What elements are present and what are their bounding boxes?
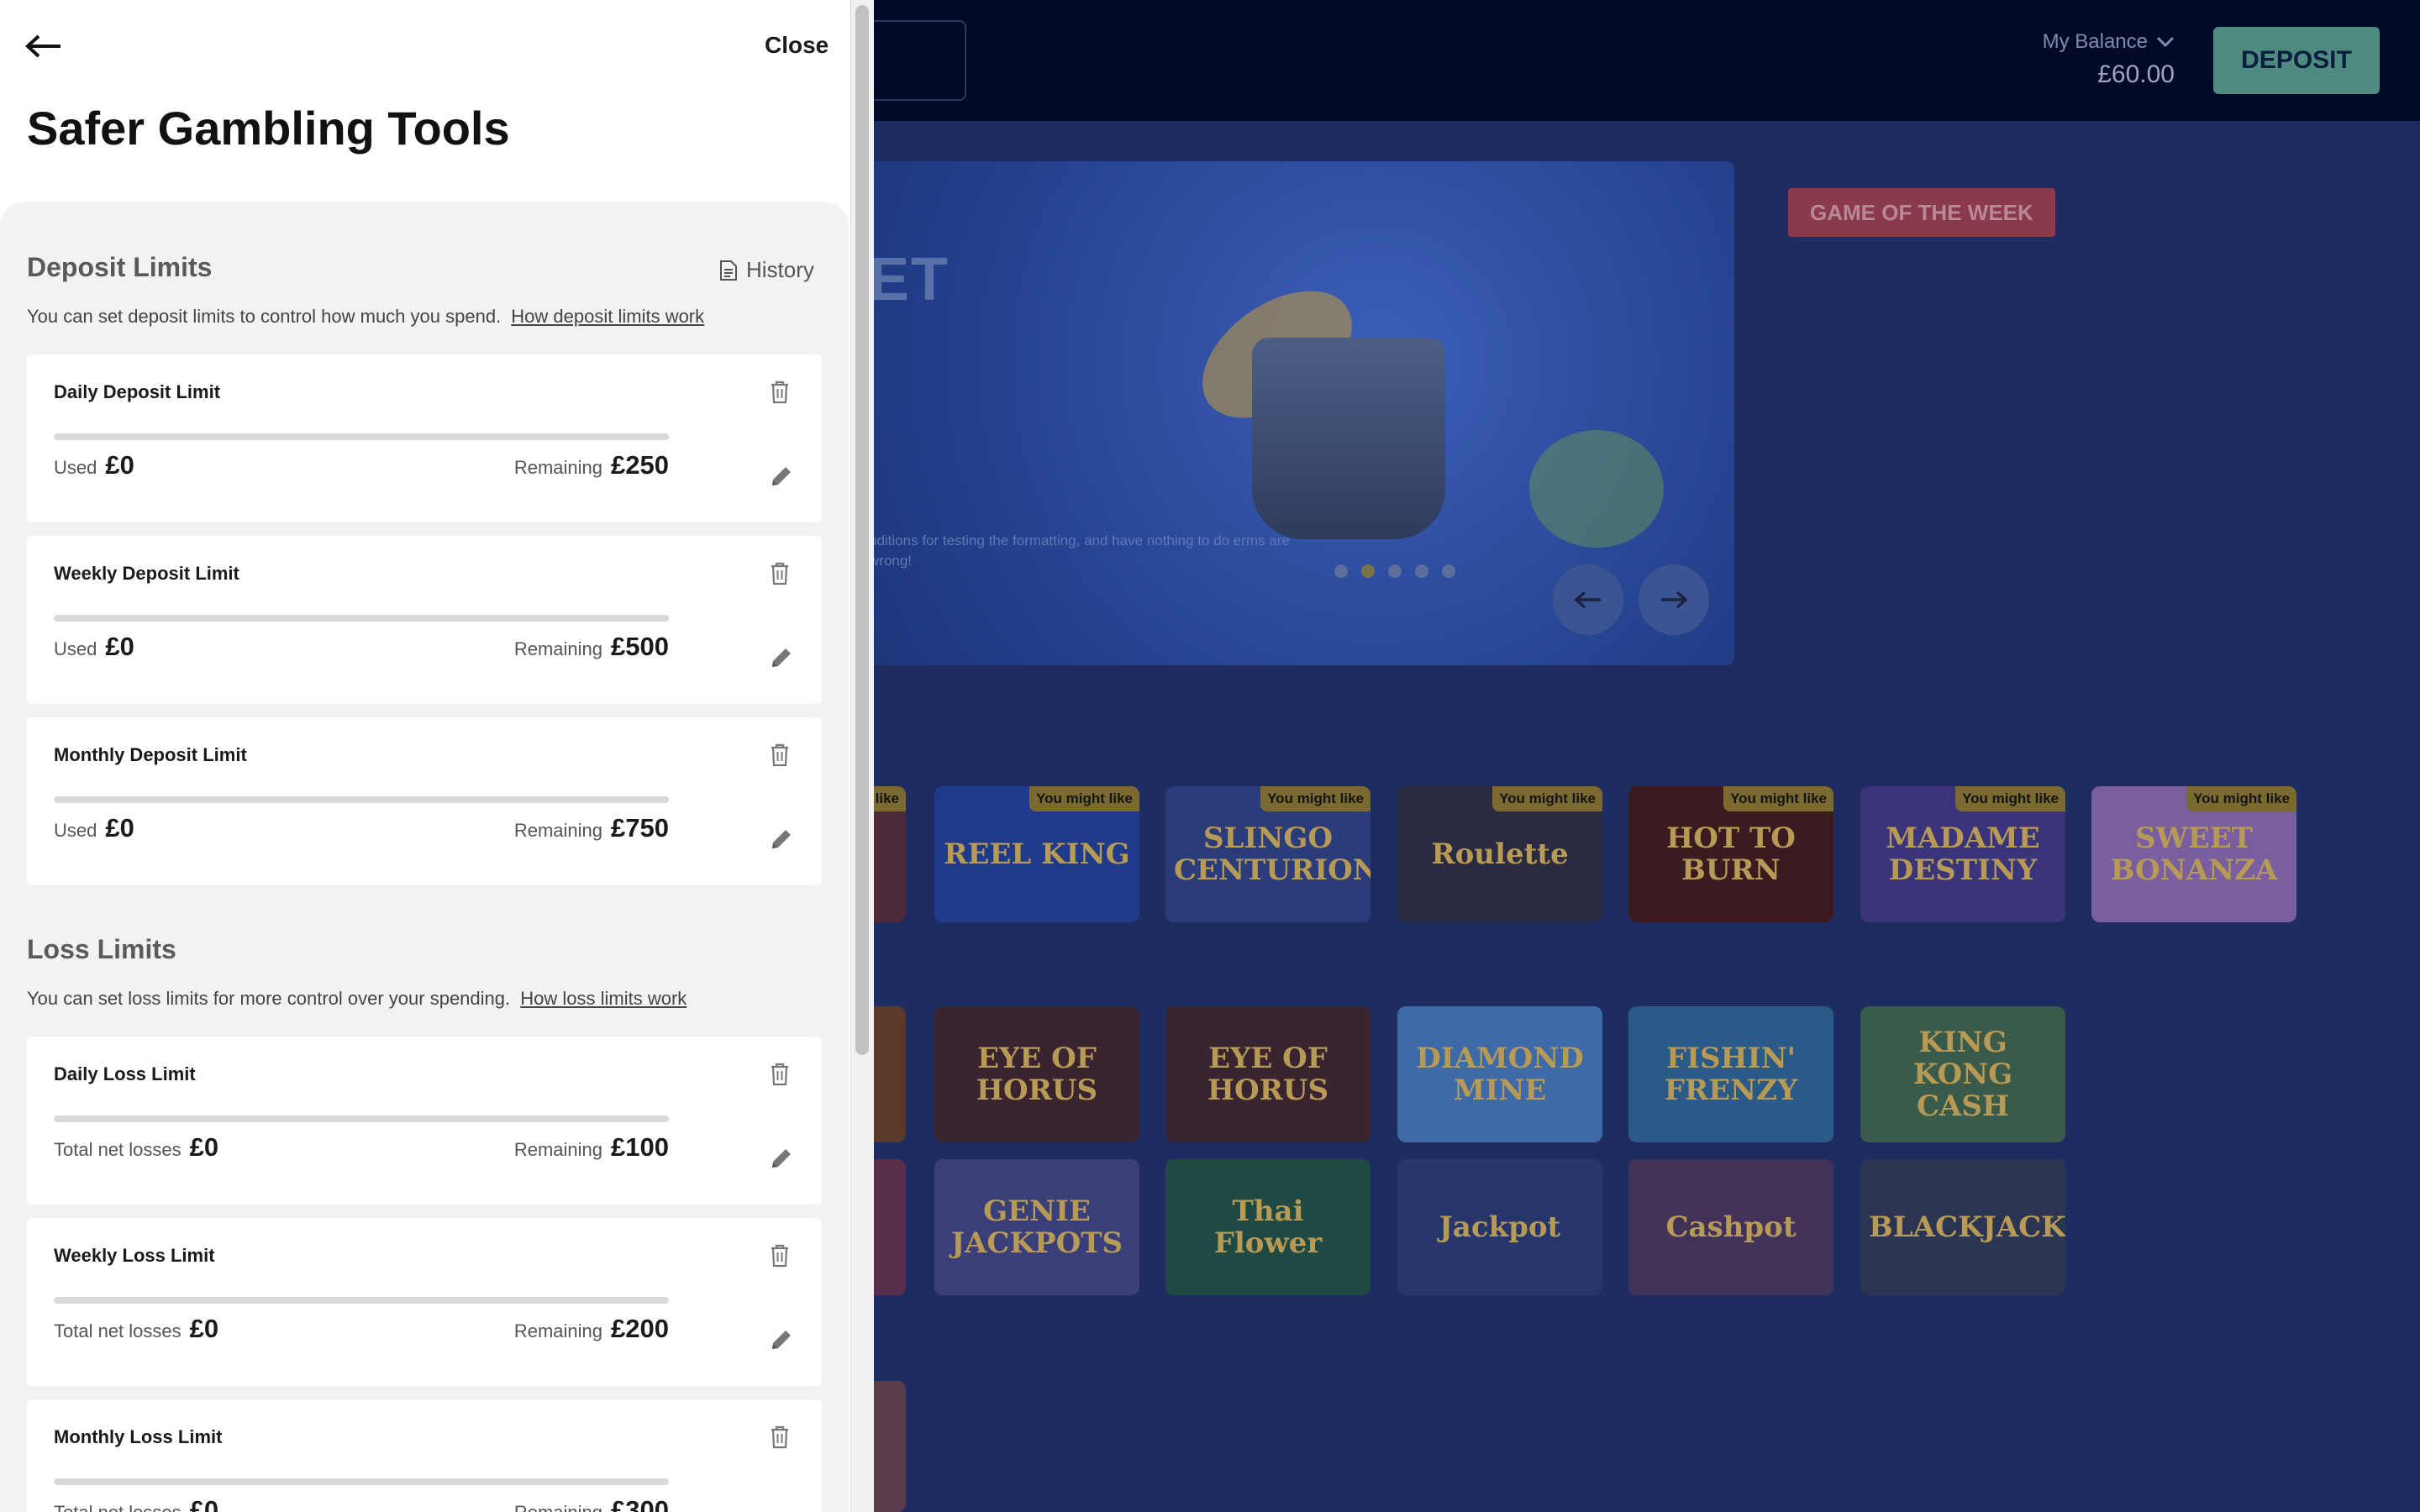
back-button[interactable] xyxy=(25,29,62,66)
deposit-limits-title: Deposit Limits xyxy=(27,252,213,282)
delete-limit-button[interactable] xyxy=(768,1425,792,1452)
limit-title: Monthly Deposit Limit xyxy=(54,744,247,765)
remaining-amount: Remaining £250 xyxy=(513,450,669,480)
pencil-icon xyxy=(772,467,791,486)
pencil-icon xyxy=(772,1331,791,1349)
history-button[interactable]: History xyxy=(719,257,814,283)
limit-progress-bar xyxy=(54,796,669,803)
remaining-amount: Remaining £200 xyxy=(513,1314,669,1343)
deposit-limit-card: Daily Deposit Limit Used £0 Remaining £2… xyxy=(27,354,822,522)
delete-limit-button[interactable] xyxy=(768,1243,792,1270)
used-amount: Used £0 xyxy=(54,813,134,843)
limit-title: Monthly Loss Limit xyxy=(54,1426,223,1447)
loss-limit-card: Monthly Loss Limit Total net losses £0 R… xyxy=(27,1399,822,1512)
delete-limit-button[interactable] xyxy=(768,1062,792,1089)
remaining-amount: Remaining £500 xyxy=(513,632,669,661)
how-deposit-limits-work-link[interactable]: How deposit limits work xyxy=(511,306,704,327)
limit-progress-bar xyxy=(54,1116,669,1122)
safer-gambling-drawer: Close Safer Gambling Tools Deposit Limit… xyxy=(0,0,874,1512)
edit-limit-button[interactable] xyxy=(768,1327,795,1354)
page-title: Safer Gambling Tools xyxy=(27,102,510,155)
limit-title: Weekly Loss Limit xyxy=(54,1245,215,1266)
used-amount: Used £0 xyxy=(54,632,134,661)
remaining-amount: Remaining £750 xyxy=(513,813,669,843)
deposit-limit-card: Weekly Deposit Limit Used £0 Remaining £… xyxy=(27,536,822,704)
trash-icon xyxy=(771,743,788,766)
loss-limit-card: Weekly Loss Limit Total net losses £0 Re… xyxy=(27,1218,822,1386)
edit-limit-button[interactable] xyxy=(768,1509,795,1512)
pencil-icon xyxy=(769,1509,794,1512)
delete-limit-button[interactable] xyxy=(768,743,792,769)
trash-icon xyxy=(771,1244,788,1267)
pencil-icon xyxy=(772,830,791,848)
limit-progress-bar xyxy=(54,1478,669,1485)
loss-limits-title: Loss Limits xyxy=(27,934,176,964)
limit-progress-bar xyxy=(54,615,669,622)
how-loss-limits-work-link[interactable]: How loss limits work xyxy=(520,988,687,1009)
trash-icon xyxy=(771,1063,788,1085)
edit-limit-button[interactable] xyxy=(768,464,795,491)
limit-progress-bar xyxy=(54,433,669,440)
scrollbar-thumb[interactable] xyxy=(855,5,869,1055)
edit-limit-button[interactable] xyxy=(768,827,795,853)
history-label: History xyxy=(746,257,814,282)
delete-limit-button[interactable] xyxy=(768,380,792,407)
document-icon xyxy=(720,260,737,281)
trash-icon xyxy=(771,1425,788,1448)
used-amount: Total net losses £0 xyxy=(54,1495,219,1512)
limit-title: Daily Loss Limit xyxy=(54,1063,196,1084)
delete-limit-button[interactable] xyxy=(768,561,792,588)
limit-progress-bar xyxy=(54,1297,669,1304)
edit-limit-button[interactable] xyxy=(768,1146,795,1173)
remaining-amount: Remaining £100 xyxy=(513,1132,669,1162)
loss-limit-card: Daily Loss Limit Total net losses £0 Rem… xyxy=(27,1037,822,1205)
trash-icon xyxy=(771,381,788,403)
remaining-amount: Remaining £300 xyxy=(514,1495,669,1512)
used-amount: Total net losses £0 xyxy=(54,1132,219,1162)
deposit-limit-card: Monthly Deposit Limit Used £0 Remaining … xyxy=(27,717,822,885)
limit-title: Daily Deposit Limit xyxy=(54,381,221,402)
arrow-left-icon xyxy=(25,34,60,57)
edit-limit-button[interactable] xyxy=(768,645,795,672)
trash-icon xyxy=(771,562,788,585)
loss-limits-description: You can set loss limits for more control… xyxy=(27,988,687,1009)
pencil-icon xyxy=(772,648,791,667)
pencil-icon xyxy=(772,1149,791,1168)
used-amount: Total net losses £0 xyxy=(54,1314,219,1343)
deposit-limits-description: You can set deposit limits to control ho… xyxy=(27,306,705,327)
close-button[interactable]: Close xyxy=(765,32,829,59)
limit-title: Weekly Deposit Limit xyxy=(54,563,239,584)
used-amount: Used £0 xyxy=(54,450,134,480)
